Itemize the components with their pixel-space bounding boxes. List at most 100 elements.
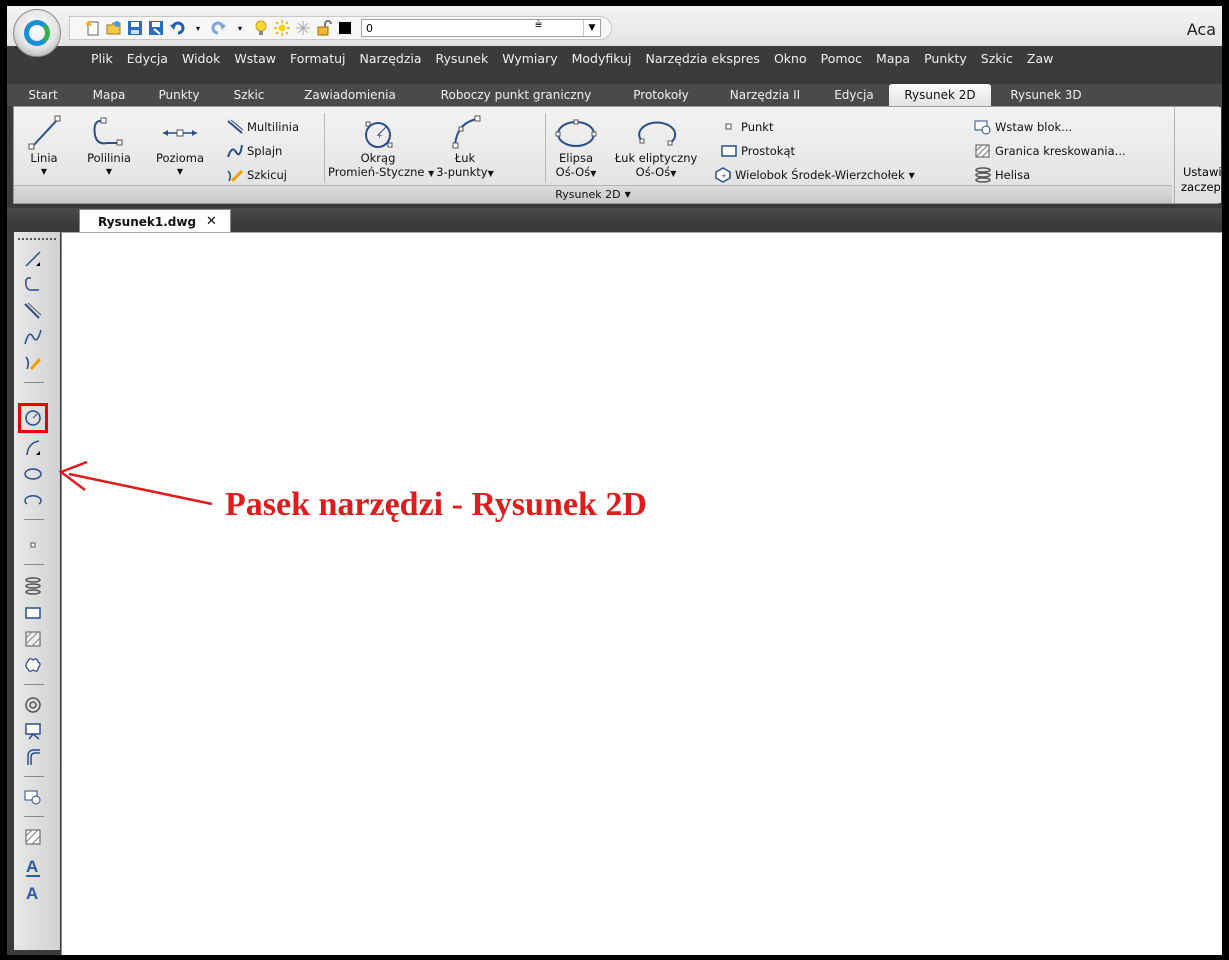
multiline-button[interactable]: Multilinia	[226, 119, 299, 135]
chevron-down-icon[interactable]: ▼	[78, 165, 140, 179]
line-icon[interactable]	[22, 248, 44, 270]
tab-punkty[interactable]: Punkty	[139, 84, 219, 106]
polyline-button[interactable]: Polilinia ▼	[78, 113, 140, 179]
highlight-box	[18, 403, 48, 433]
ellipse-icon	[555, 119, 597, 147]
ellipse-label: Elipsa	[559, 151, 593, 165]
sun-icon[interactable]	[273, 19, 291, 37]
tab-zawiadomienia[interactable]: Zawiadomienia	[279, 84, 421, 106]
tab-roboczy-punkt-graniczny[interactable]: Roboczy punkt graniczny	[421, 84, 611, 106]
app-logo-icon[interactable]	[13, 9, 61, 57]
tab-narzedzia-ii[interactable]: Narzędzia II	[711, 84, 819, 106]
donut-icon[interactable]	[22, 694, 44, 716]
menu-punkty[interactable]: Punkty	[924, 51, 967, 66]
arc-button[interactable]: Łuk 3-punkty▼	[430, 113, 500, 181]
hatch-icon[interactable]	[22, 628, 44, 650]
helix-button[interactable]: Helisa	[974, 167, 1030, 183]
toolbar-separator	[24, 564, 44, 565]
unlock-icon[interactable]	[315, 19, 333, 37]
spline-icon[interactable]	[22, 326, 44, 348]
circle-button[interactable]: + Okrąg Promień-Styczne ▼	[328, 117, 434, 181]
sketch-button[interactable]: Szkicuj	[226, 167, 287, 183]
fillet-polyline-icon[interactable]	[22, 746, 44, 768]
hatch-boundary-icon[interactable]	[22, 826, 44, 848]
wipeout-icon[interactable]	[22, 720, 44, 742]
helix-icon[interactable]	[22, 575, 44, 597]
arc-icon[interactable]	[22, 437, 44, 459]
menu-okno[interactable]: Okno	[774, 51, 807, 66]
menu-pomoc[interactable]: Pomoc	[821, 51, 862, 66]
tab-szkic[interactable]: Szkic	[219, 84, 279, 106]
horizontal-line-button[interactable]: Pozioma ▼	[150, 113, 210, 179]
menu-zaw[interactable]: Zaw	[1027, 51, 1053, 66]
text-icon[interactable]: A	[22, 856, 44, 878]
chevron-down-icon[interactable]: ▼	[909, 171, 915, 180]
menu-narzedzia-ekspres[interactable]: Narzędzia ekspres	[646, 51, 760, 66]
settings-label[interactable]: Ustawi	[1183, 165, 1222, 179]
tab-start[interactable]: Start	[7, 84, 79, 106]
menu-edycja[interactable]: Edycja	[127, 51, 168, 66]
multiline-icon[interactable]	[22, 300, 44, 322]
chevron-down-icon[interactable]: ▼	[625, 190, 631, 199]
insert-block-icon	[974, 119, 992, 135]
undo-dropdown-icon[interactable]: ▾	[189, 19, 207, 37]
svg-text:A: A	[26, 884, 38, 903]
chevron-down-icon[interactable]: ▼	[26, 165, 62, 179]
redo-dropdown-icon[interactable]: ▾	[231, 19, 249, 37]
chevron-down-icon[interactable]: ▼	[150, 165, 210, 179]
new-file-icon[interactable]	[84, 19, 102, 37]
menu-mapa[interactable]: Mapa	[876, 51, 910, 66]
customize-toolbar-icon[interactable]: ⩧	[535, 17, 542, 32]
rectangle-icon[interactable]	[22, 602, 44, 624]
ellipse-button[interactable]: Elipsa Oś-Oś▼	[548, 117, 604, 181]
line-button[interactable]: Linia ▼	[26, 113, 62, 179]
mtext-icon[interactable]: A	[22, 882, 44, 904]
redo-icon[interactable]	[210, 19, 228, 37]
undo-icon[interactable]	[168, 19, 186, 37]
point-icon[interactable]	[22, 534, 44, 556]
application-window: ▾ ▾ 0 ▼ ⩧ Aca Plik Edycja Widok Wstaw Fo…	[7, 6, 1222, 955]
ellipse-icon[interactable]	[22, 463, 44, 485]
circle-icon: +	[365, 121, 393, 148]
close-icon[interactable]: ✕	[206, 214, 217, 229]
spline-button[interactable]: Splajn	[226, 143, 282, 159]
tab-edycja[interactable]: Edycja	[819, 84, 889, 106]
lightbulb-icon[interactable]	[252, 19, 270, 37]
point-icon	[720, 119, 738, 135]
rectangle-button[interactable]: Prostokąt	[720, 143, 795, 159]
menu-wstaw[interactable]: Wstaw	[234, 51, 276, 66]
polygon-button[interactable]: + Wielobok Środek-Wierzchołek ▼	[714, 167, 915, 183]
menu-narzedzia[interactable]: Narzędzia	[360, 51, 422, 66]
elliptical-arc-button[interactable]: Łuk eliptyczny Oś-Oś▼	[608, 117, 704, 181]
revision-cloud-icon[interactable]	[22, 654, 44, 676]
sketch-icon[interactable]	[22, 352, 44, 374]
insert-block-button[interactable]: Wstaw blok...	[974, 119, 1072, 135]
tab-protokoly[interactable]: Protokoły	[611, 84, 711, 106]
tab-rysunek-3d[interactable]: Rysunek 3D	[991, 84, 1101, 106]
ribbon-panel-title[interactable]: Rysunek 2D ▼	[14, 185, 1172, 203]
toolbar-grip[interactable]	[18, 238, 56, 243]
open-file-icon[interactable]	[105, 19, 123, 37]
elliptical-arc-icon[interactable]	[22, 489, 44, 511]
save-icon[interactable]	[126, 19, 144, 37]
chevron-down-icon[interactable]: ▼	[583, 20, 600, 36]
menu-plik[interactable]: Plik	[91, 51, 113, 66]
document-tab[interactable]: Rysunek1.dwg ✕	[79, 209, 231, 233]
drawing-canvas[interactable]	[61, 232, 1222, 955]
menu-rysunek[interactable]: Rysunek	[436, 51, 489, 66]
tab-mapa[interactable]: Mapa	[79, 84, 139, 106]
layer-select[interactable]: 0 ▼	[361, 19, 601, 37]
point-button[interactable]: Punkt	[720, 119, 773, 135]
menu-widok[interactable]: Widok	[182, 51, 220, 66]
menu-formatuj[interactable]: Formatuj	[290, 51, 345, 66]
rectangle-label: Prostokąt	[741, 144, 795, 158]
menu-wymiary[interactable]: Wymiary	[502, 51, 557, 66]
save-as-icon[interactable]	[147, 19, 165, 37]
insert-block-icon[interactable]	[22, 786, 44, 808]
freeze-icon[interactable]	[294, 19, 312, 37]
hatch-boundary-button[interactable]: Granica kreskowania...	[974, 143, 1126, 159]
menu-modyfikuj[interactable]: Modyfikuj	[572, 51, 632, 66]
polyline-icon[interactable]	[22, 274, 44, 296]
menu-szkic[interactable]: Szkic	[981, 51, 1013, 66]
tab-rysunek-2d[interactable]: Rysunek 2D	[889, 84, 991, 106]
